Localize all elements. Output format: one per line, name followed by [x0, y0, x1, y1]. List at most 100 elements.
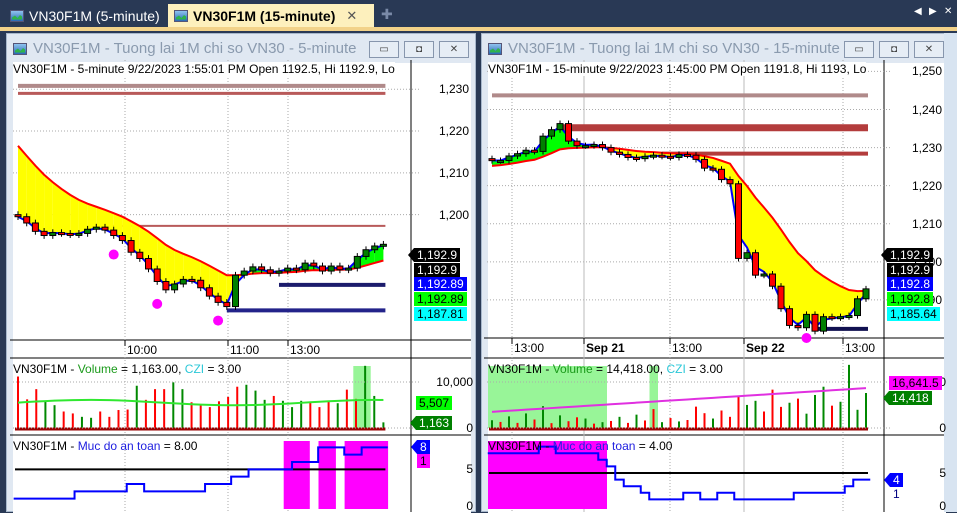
candle	[188, 278, 196, 282]
candle	[66, 232, 74, 236]
volume-legend-czi: CZI	[184, 362, 205, 376]
safety-label: 1	[417, 454, 430, 469]
price-tick-label: 1,240	[911, 102, 942, 117]
safety-legend-eq: = 4.00	[635, 439, 673, 453]
candle	[362, 249, 370, 257]
candle	[769, 273, 776, 287]
candle	[607, 147, 615, 153]
candle	[692, 154, 700, 160]
ema-band-fill	[78, 199, 88, 234]
candle	[101, 226, 109, 231]
candle	[40, 230, 48, 237]
candle	[548, 129, 555, 137]
volume-legend: VN30F1M - Volume = 14,418.00, CZI = 3.00	[488, 362, 723, 376]
price-tick-label: 1,220	[438, 124, 469, 139]
volume-legend-eq: = 14,418.00,	[592, 362, 667, 376]
volume-label: 14,418	[883, 391, 932, 405]
candle	[590, 144, 598, 148]
ema-band-fill	[165, 244, 175, 286]
price-label: 1,192.9	[880, 248, 934, 262]
volume-label: 5,507	[416, 396, 453, 410]
candle	[110, 229, 118, 237]
ema-band-fill	[840, 286, 849, 318]
candle	[531, 149, 538, 153]
time-axis-label: Sep 22	[746, 341, 785, 355]
volume-legend-eq: = 1,163.00,	[117, 362, 185, 376]
candle	[709, 167, 717, 171]
candle	[522, 149, 530, 155]
candle	[371, 245, 379, 251]
ema-band-fill	[87, 203, 97, 231]
candle	[641, 155, 649, 160]
volume-legend-eq2: = 3.00	[685, 362, 723, 376]
candle	[14, 214, 22, 218]
candle	[760, 273, 768, 277]
candle	[197, 279, 205, 289]
safety-tick-label: 5	[466, 462, 473, 477]
candle	[49, 232, 57, 237]
price-label: 1,192.89	[414, 292, 467, 307]
candle	[179, 278, 187, 285]
volume-tick-label: 0	[939, 421, 946, 435]
price-label: 1,192.9	[414, 262, 461, 277]
time-axis-label: 10:00	[127, 343, 158, 357]
candle	[84, 228, 92, 234]
candle	[379, 243, 387, 247]
volume-legend-czi: CZI	[666, 362, 686, 376]
candle	[743, 252, 751, 259]
safety-tick-label: 5	[939, 466, 946, 480]
ema-band-fill	[823, 276, 832, 320]
ema-band-fill	[70, 194, 79, 235]
ema-band-fill	[18, 145, 27, 222]
candle	[292, 267, 300, 271]
price-label: 1,187.81	[414, 306, 467, 321]
volume-legend-vol: Volume	[552, 362, 593, 376]
candle	[75, 232, 83, 236]
candle	[777, 285, 785, 310]
price-label: 1,192.9	[887, 262, 934, 277]
time-axis-label: 13:00	[290, 343, 321, 357]
candle	[565, 123, 572, 142]
safety-legend-name: Muc do an toan	[77, 439, 161, 453]
candle	[573, 140, 581, 147]
candle	[214, 295, 222, 303]
candle	[284, 267, 292, 272]
candle	[828, 316, 836, 320]
ema-band-fill	[52, 182, 62, 234]
candle	[118, 235, 126, 242]
candle	[514, 153, 521, 157]
candle	[820, 316, 827, 332]
volume-legend-sym: VN30F1M -	[13, 362, 78, 376]
candle	[345, 267, 353, 271]
price-label: 1,192.8	[887, 277, 934, 292]
price-tick-label: 1,220	[911, 178, 942, 193]
candle	[275, 270, 283, 274]
ema-band-fill	[61, 188, 71, 235]
time-axis-label: 11:00	[230, 343, 260, 357]
charts-canvas	[10, 60, 944, 512]
candle	[803, 313, 810, 329]
candle	[505, 155, 513, 162]
safety-legend-sym: VN30F1M -	[488, 439, 553, 453]
candle	[223, 301, 231, 308]
safety-zone	[318, 441, 336, 509]
volume-legend: VN30F1M - Volume = 1,163.00, CZI = 3.00	[13, 362, 241, 376]
chart-legend: VN30F1M - 15-minute 9/22/2023 1:45:00 PM…	[488, 62, 867, 76]
candle	[327, 265, 335, 272]
time-axis-label: 13:00	[514, 341, 545, 355]
candle	[310, 262, 318, 267]
candle	[319, 265, 326, 272]
chart-legend: VN30F1M - 5-minute 9/22/2023 1:55:01 PM …	[13, 62, 395, 76]
safety-legend: VN30F1M - Muc do an toan = 8.00	[13, 439, 197, 453]
safety-zone	[344, 441, 389, 509]
candle	[205, 287, 213, 297]
price-tick-label: 1,230	[438, 82, 469, 97]
candle	[497, 160, 504, 164]
ema-band-fill	[832, 281, 841, 319]
time-axis-label: 13:00	[672, 341, 703, 355]
price-tick-label: 1,200	[438, 207, 469, 222]
candle	[862, 288, 870, 300]
candle	[854, 298, 861, 317]
safety-tick-label: 0	[466, 499, 473, 513]
safety-legend-eq: = 8.00	[160, 439, 198, 453]
